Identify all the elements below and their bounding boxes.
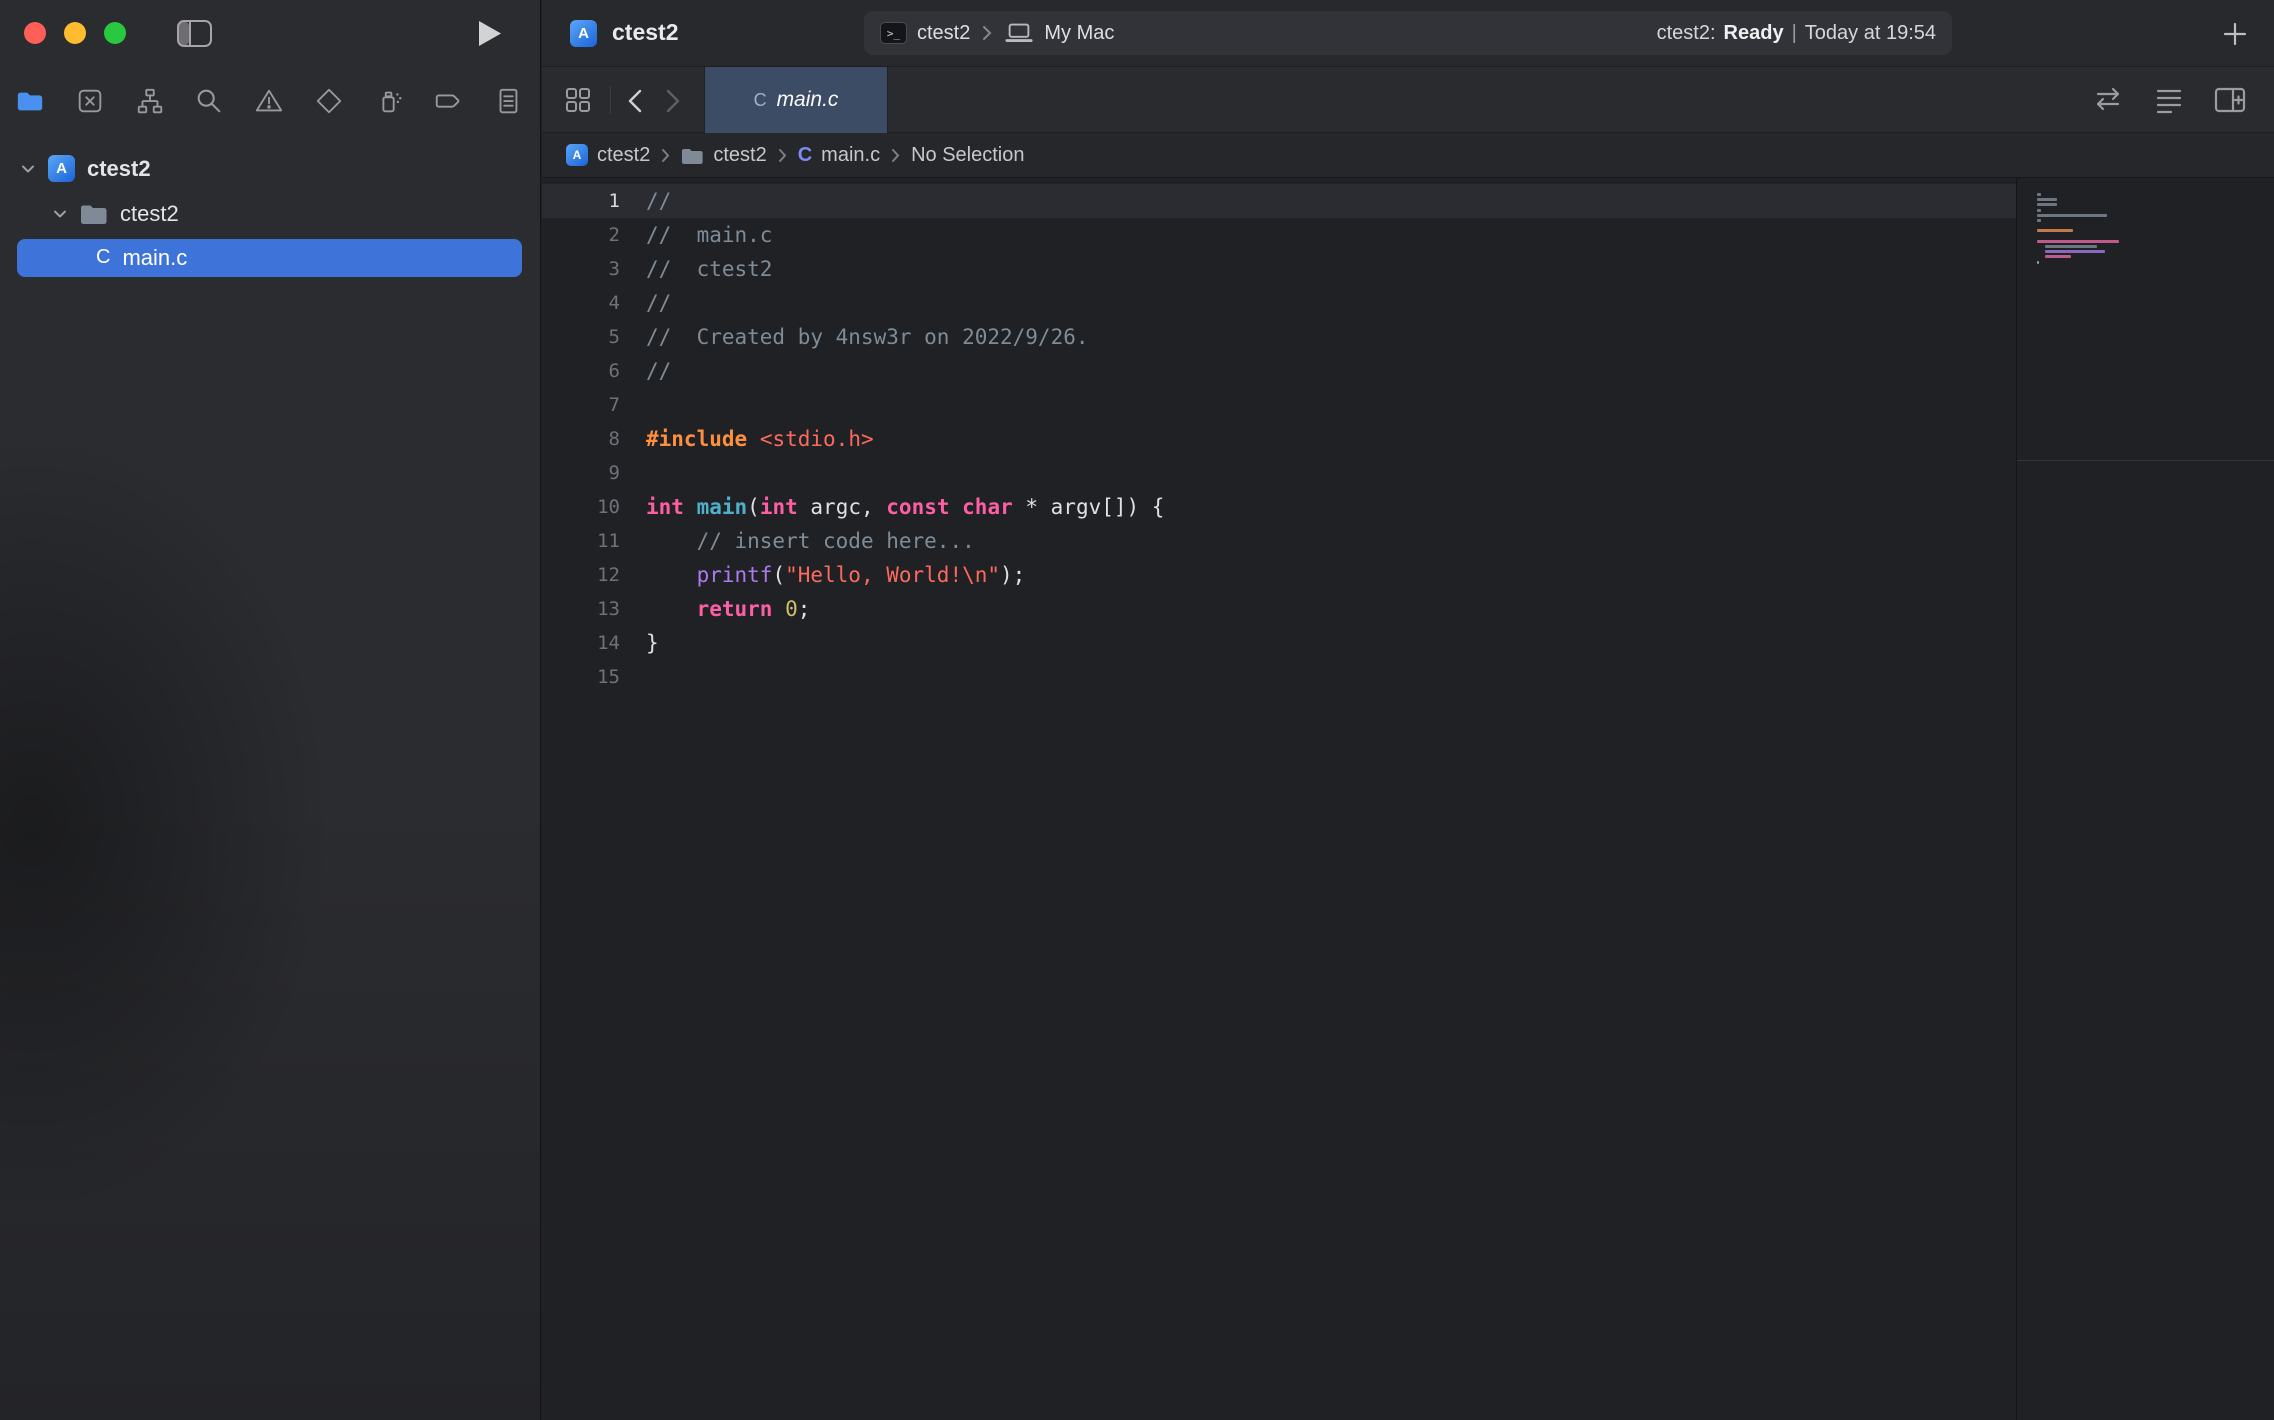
navigator-sidebar: A ctest2 ctest2 C main.c [0,0,541,1420]
tree-row-file-selected[interactable]: C main.c [0,239,540,276]
minimap-lines [2037,192,2256,270]
xcode-project-icon: A [566,144,588,166]
status-time-label: Today at 19:54 [1805,22,1936,45]
jump-bar: A ctest2 ctest2 C main.c No Selection [542,133,2274,178]
code-line[interactable]: 2// main.c [542,218,2016,252]
xcode-project-icon: A [48,155,75,182]
breadcrumb-label: ctest2 [597,144,650,167]
scheme-destination-label[interactable]: My Mac [1044,22,1114,45]
c-file-icon: C [798,144,812,167]
code-line[interactable]: 15 [542,660,2016,694]
activity-status[interactable]: ctest2: Ready | Today at 19:54 [1657,22,1936,45]
editor-options-icon[interactable] [2154,86,2184,114]
issue-navigator-icon[interactable] [252,84,286,118]
xcode-project-icon: A [570,20,597,47]
window-title: ctest2 [612,19,678,46]
status-state-label: Ready [1724,22,1784,45]
code-line[interactable]: 14} [542,626,2016,660]
breadcrumb-label: ctest2 [713,144,766,167]
tab-main-c[interactable]: C main.c [704,67,888,133]
tab-overview-icon[interactable] [564,86,592,114]
status-separator: | [1792,22,1797,45]
minimap-divider [2017,460,2274,461]
c-file-icon: C [754,90,767,111]
code-line[interactable]: 4// [542,286,2016,320]
folder-icon [80,203,108,224]
code-editor[interactable]: 1//2// main.c3// ctest24//5// Created by… [542,178,2016,1420]
related-items-icon[interactable] [2092,86,2124,112]
tree-label-project: ctest2 [87,156,151,182]
folder-icon [681,147,704,164]
code-line[interactable]: 9 [542,456,2016,490]
c-file-icon: C [96,246,110,269]
tree-row-project[interactable]: A ctest2 [0,150,540,187]
close-window-button[interactable] [24,22,46,44]
breadcrumb-file[interactable]: C main.c [798,144,880,167]
editor-region: 1//2// main.c3// ctest24//5// Created by… [542,178,2274,1420]
navigate-back-icon[interactable] [626,87,644,115]
symbol-navigator-icon[interactable] [133,84,167,118]
code-line[interactable]: 3// ctest2 [542,252,2016,286]
zoom-window-button[interactable] [104,22,126,44]
code-line[interactable]: 12 printf("Hello, World!\n"); [542,558,2016,592]
disclosure-chevron-icon[interactable] [20,161,36,177]
tree-label-file: main.c [122,245,187,271]
activity-view[interactable]: >_ ctest2 My Mac ctest2: Ready | Today a… [864,11,1952,55]
breadcrumb-selection[interactable]: No Selection [911,144,1024,167]
code-line[interactable]: 5// Created by 4nsw3r on 2022/9/26. [542,320,2016,354]
terminal-target-icon: >_ [880,22,907,44]
main-area: A ctest2 >_ ctest2 My Mac ctest2: Ready [542,0,2274,1420]
run-button[interactable] [478,20,502,47]
scheme-target-label[interactable]: ctest2 [917,22,970,45]
code-line[interactable]: 10int main(int argc, const char * argv[]… [542,490,2016,524]
breadcrumb-label: main.c [821,144,880,167]
project-tree: A ctest2 ctest2 C main.c [0,150,540,276]
code-line[interactable]: 1// [542,184,2016,218]
xcode-window: A ctest2 ctest2 C main.c [0,0,2274,1420]
breadcrumb-project[interactable]: A ctest2 [566,144,650,167]
add-button[interactable] [2222,21,2248,47]
titlebar [0,0,540,67]
add-editor-icon[interactable] [2214,86,2246,114]
chevron-right-icon [891,148,900,163]
mac-device-icon [1004,23,1034,44]
find-navigator-icon[interactable] [192,84,226,118]
breakpoint-navigator-icon[interactable] [431,84,465,118]
chevron-right-icon [982,25,992,41]
toolbar: A ctest2 >_ ctest2 My Mac ctest2: Ready [542,0,2274,67]
tab-bar: C main.c [542,67,2274,133]
navigator-tab-bar [0,67,540,134]
source-control-navigator-icon[interactable] [73,84,107,118]
breadcrumb-label: No Selection [911,144,1024,167]
code-line[interactable]: 8#include <stdio.h> [542,422,2016,456]
debug-navigator-icon[interactable] [372,84,406,118]
code-lines: 1//2// main.c3// ctest24//5// Created by… [542,184,2016,694]
minimap[interactable] [2016,178,2274,1420]
chevron-right-icon [778,148,787,163]
tree-label-folder: ctest2 [120,201,179,227]
toggle-navigator-icon[interactable] [176,19,213,48]
status-project-label: ctest2: [1657,22,1716,45]
divider [610,86,611,114]
code-line[interactable]: 11 // insert code here... [542,524,2016,558]
chevron-right-icon [661,148,670,163]
navigate-forward-icon[interactable] [664,87,682,115]
code-line[interactable]: 13 return 0; [542,592,2016,626]
code-line[interactable]: 6// [542,354,2016,388]
disclosure-chevron-icon[interactable] [52,206,68,222]
tab-label: main.c [777,88,839,112]
tree-row-folder[interactable]: ctest2 [0,195,540,232]
project-navigator-icon[interactable] [13,84,47,118]
scheme-selector[interactable]: >_ ctest2 My Mac [880,22,1114,45]
minimize-window-button[interactable] [64,22,86,44]
breadcrumb-group[interactable]: ctest2 [681,144,766,167]
code-line[interactable]: 7 [542,388,2016,422]
test-navigator-icon[interactable] [312,84,346,118]
report-navigator-icon[interactable] [491,84,525,118]
